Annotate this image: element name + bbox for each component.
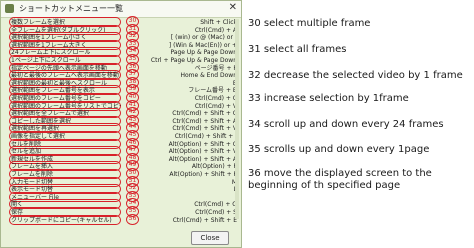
notes-panel: 30 select multiple frame 31 select all f… bbox=[246, 0, 474, 248]
scrollbar[interactable] bbox=[235, 19, 239, 219]
shortcut-list: 複数フレームを選択 30 Shift + Click 全フレームを選択(ダブルクリック… bbox=[1, 16, 241, 225]
note-line: 30 select multiple frame bbox=[248, 18, 371, 29]
note-line: 35 scrolls up and down every 1page bbox=[248, 144, 430, 155]
annotation-number-badge: 56 bbox=[126, 213, 139, 225]
note-line: 33 increase selection by 1frame bbox=[248, 93, 409, 104]
dialog-titlebar: ショートカットメニュー一覧 ✕ bbox=[1, 1, 241, 18]
shortcut-dialog: ショートカットメニュー一覧 ✕ 複数フレームを選択 30 Shift + Click… bbox=[0, 0, 242, 248]
dialog-title: ショートカットメニュー一覧 bbox=[19, 4, 123, 13]
note-line: 32 decrease the selected video by 1 fram… bbox=[248, 70, 463, 81]
close-icon[interactable]: ✕ bbox=[229, 2, 237, 13]
note-line: 34 scroll up and down every 24 frames bbox=[248, 119, 444, 130]
app-icon bbox=[5, 4, 14, 13]
shortcut-row: クリップボードにコピー(キャルセル) 56 Ctrl(Cmd) + Shift + … bbox=[7, 213, 237, 225]
shortcut-key: Ctrl(Cmd) + Shift + E bbox=[172, 216, 237, 224]
close-button[interactable]: Close bbox=[191, 231, 229, 245]
note-line: 36 move the displayed screen to the begi… bbox=[248, 168, 432, 191]
shortcut-label: クリップボードにコピー(キャルセル) bbox=[11, 216, 112, 224]
note-line: 31 select all frames bbox=[248, 44, 347, 55]
